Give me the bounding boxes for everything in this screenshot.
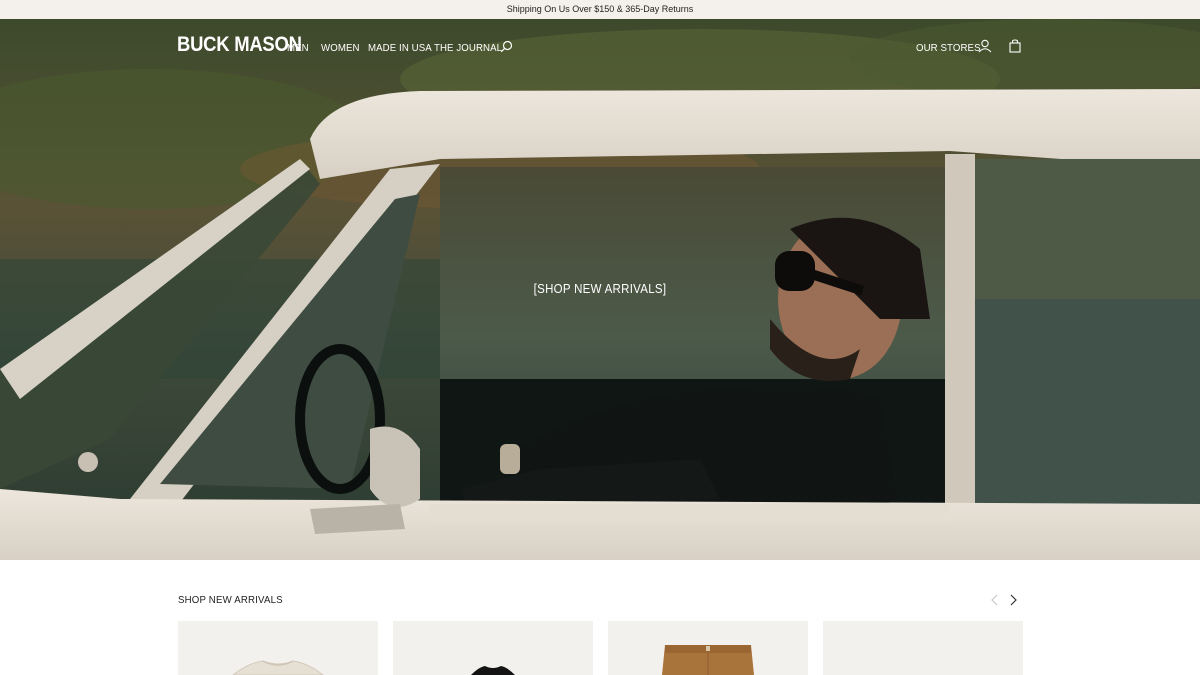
carousel-next-arrow-icon[interactable] <box>1006 592 1020 608</box>
announcement-text: Shipping On Us Over $150 & 365-Day Retur… <box>506 4 694 14</box>
tan-pants-image <box>662 645 754 675</box>
nav-item-the-journal[interactable]: THE JOURNAL <box>434 42 502 54</box>
announcement-bar: Shipping On Us Over $150 & 365-Day Retur… <box>0 0 1200 19</box>
bag-icon[interactable] <box>1009 39 1021 53</box>
section-title: SHOP NEW ARRIVALS <box>178 594 283 606</box>
search-icon[interactable] <box>500 40 513 53</box>
cream-sweatshirt-image <box>232 660 324 675</box>
brand-logo[interactable]: BUCK MASON <box>177 33 302 57</box>
nav-item-women[interactable]: WOMEN <box>321 42 360 54</box>
product-card[interactable] <box>608 621 808 675</box>
black-tee-image <box>471 666 515 675</box>
product-card[interactable] <box>393 621 593 675</box>
nav-item-men[interactable]: MEN <box>287 42 309 54</box>
product-card[interactable] <box>823 621 1023 675</box>
nav-item-made-in-usa[interactable]: MADE IN USA <box>368 42 432 54</box>
nav-item-our-stores[interactable]: OUR STORES <box>916 42 981 54</box>
hero-cta-link[interactable]: [SHOP NEW ARRIVALS] <box>48 282 1152 296</box>
carousel-prev-arrow-icon[interactable] <box>988 592 1002 608</box>
site-header: BUCK MASON MEN WOMEN MADE IN USA THE JOU… <box>0 19 1200 77</box>
account-icon[interactable] <box>978 39 992 53</box>
product-card[interactable] <box>178 621 378 675</box>
blank-product-image <box>823 621 1023 675</box>
